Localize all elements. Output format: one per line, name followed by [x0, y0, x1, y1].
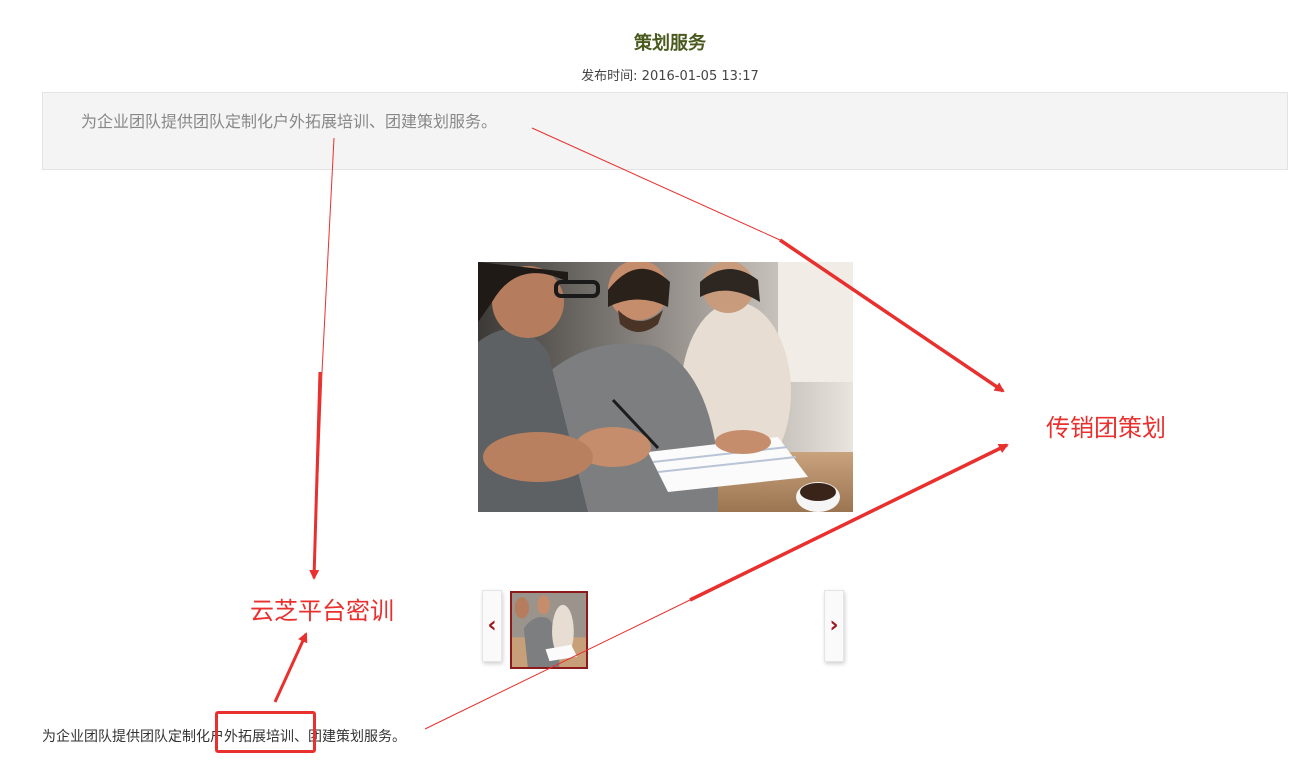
article-title: 策划服务	[634, 33, 706, 54]
thumbnail-1[interactable]	[510, 591, 588, 669]
chevron-right-icon[interactable]: ›	[824, 590, 844, 662]
thumbnail-strip: ‹ ›	[478, 589, 850, 669]
summary-box: 为企业团队提供团队定制化户外拓展培训、团建策划服务。	[42, 92, 1288, 170]
arrow-highlight-to-left-label	[273, 632, 308, 703]
arrow-summary-to-left-label	[313, 137, 335, 579]
chevron-left-icon[interactable]: ‹	[482, 590, 502, 662]
annotation-label-left: 云芝平台密训	[250, 597, 394, 625]
publish-time: 发布时间: 2016-01-05 13:17	[581, 69, 759, 84]
main-image	[478, 262, 853, 512]
annotation-label-right: 传销团策划	[1046, 414, 1166, 442]
thumbnail-image	[512, 593, 586, 667]
summary-text: 为企业团队提供团队定制化户外拓展培训、团建策划服务。	[81, 112, 498, 131]
annotation-highlight-box	[215, 711, 316, 753]
